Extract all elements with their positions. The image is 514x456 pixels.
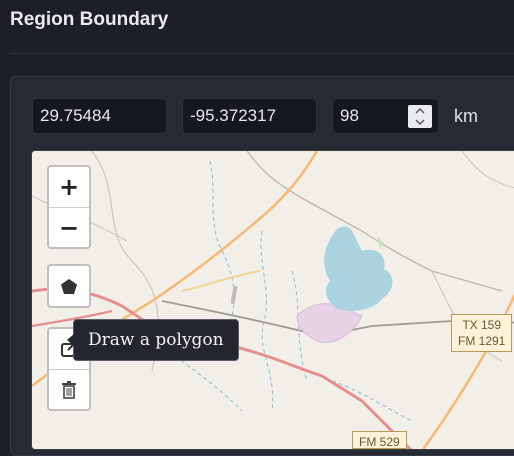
zoom-control: + − [47, 165, 91, 249]
road-label-tx159: TX 159 FM 1291 [451, 314, 513, 352]
page-title: Region Boundary [10, 9, 169, 30]
radius-field[interactable] [332, 98, 439, 134]
chevron-down-icon[interactable] [408, 117, 432, 128]
road-label-text: FM 1291 [458, 334, 506, 348]
polygon-icon [61, 278, 77, 294]
radius-unit: km [454, 106, 478, 126]
map-view[interactable]: + − Draw a polygon TX 159 FM 1291 FM 529 [31, 150, 514, 450]
zoom-out-button[interactable]: − [49, 207, 89, 247]
longitude-field[interactable] [182, 98, 317, 134]
radius-stepper[interactable] [408, 105, 432, 128]
latitude-input[interactable] [40, 99, 159, 133]
zoom-in-button[interactable]: + [49, 167, 89, 207]
draw-polygon-button[interactable] [49, 266, 89, 306]
draw-toolbar [47, 264, 91, 308]
longitude-input[interactable] [190, 99, 309, 133]
delete-layers-button[interactable] [49, 369, 89, 409]
latitude-field[interactable] [32, 98, 167, 134]
map-tiles [32, 151, 514, 449]
road-label-text: FM 529 [359, 435, 400, 449]
radius-input[interactable] [340, 99, 400, 133]
road-label-fm529: FM 529 [352, 431, 407, 449]
road-label-text: TX 159 [462, 318, 502, 332]
draw-polygon-tooltip: Draw a polygon [67, 319, 239, 361]
header-divider [10, 53, 514, 54]
chevron-up-icon[interactable] [408, 105, 432, 116]
trash-icon [62, 380, 76, 399]
